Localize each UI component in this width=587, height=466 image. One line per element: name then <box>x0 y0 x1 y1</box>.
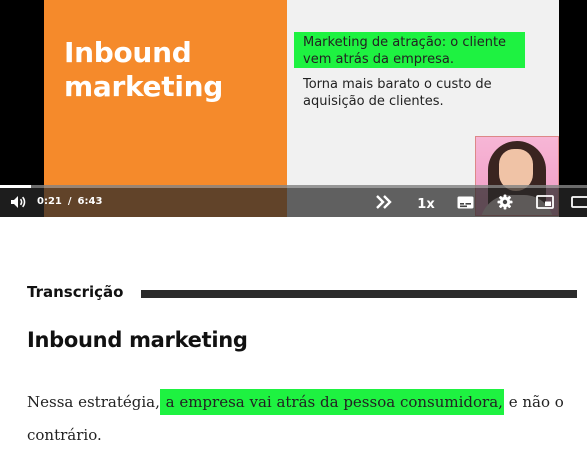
paragraph-highlight: a empresa vai atrás da pessoa consumidor… <box>159 389 504 415</box>
picture-in-picture-button[interactable] <box>535 193 555 211</box>
progress-fill <box>0 185 31 188</box>
slide-body-line2: aquisição de clientes. <box>303 94 444 109</box>
transcript-paragraph: Nessa estratégia, a empresa vai atrás da… <box>27 386 582 452</box>
transcript-label: Transcrição <box>27 283 124 301</box>
transcript-title: Inbound marketing <box>27 328 248 352</box>
fullscreen-button[interactable] <box>570 193 587 211</box>
picture-in-picture-icon <box>536 195 554 209</box>
slide-title-line1: Inbound <box>64 36 192 69</box>
current-time: 0:21 <box>37 196 62 207</box>
transcript-header: Transcrição <box>27 282 577 302</box>
subtitles-icon <box>457 196 473 208</box>
progress-bar[interactable] <box>0 185 587 188</box>
video-player[interactable]: Inbound marketing Marketing de atração: … <box>0 0 587 217</box>
slide-highlight-line1: Marketing de atração: o cliente <box>303 35 507 50</box>
fast-forward-icon <box>376 195 392 209</box>
theater-mode-icon <box>571 196 587 208</box>
volume-button[interactable] <box>9 193 27 211</box>
duration: 6:43 <box>77 196 103 207</box>
slide-body-line1: Torna mais barato o custo de <box>303 77 492 92</box>
gear-icon <box>497 194 513 210</box>
settings-button[interactable] <box>495 193 515 211</box>
slide-title-line2: marketing <box>64 70 223 103</box>
paragraph-text-before: Nessa estratégia, <box>27 393 160 411</box>
slide-highlight-line2: vem atrás da empresa. <box>303 52 454 67</box>
skip-forward-button[interactable] <box>374 193 396 211</box>
playback-speed-button[interactable]: 1x <box>414 195 438 213</box>
volume-icon <box>11 196 26 208</box>
player-controls: 0:21 / 6:43 1x <box>0 185 587 217</box>
time-separator: / <box>67 196 72 207</box>
time-display: 0:21 / 6:43 <box>37 196 102 207</box>
transcript-divider <box>141 290 577 298</box>
subtitles-button[interactable] <box>455 193 475 211</box>
slide-title: Inbound marketing <box>64 36 223 104</box>
